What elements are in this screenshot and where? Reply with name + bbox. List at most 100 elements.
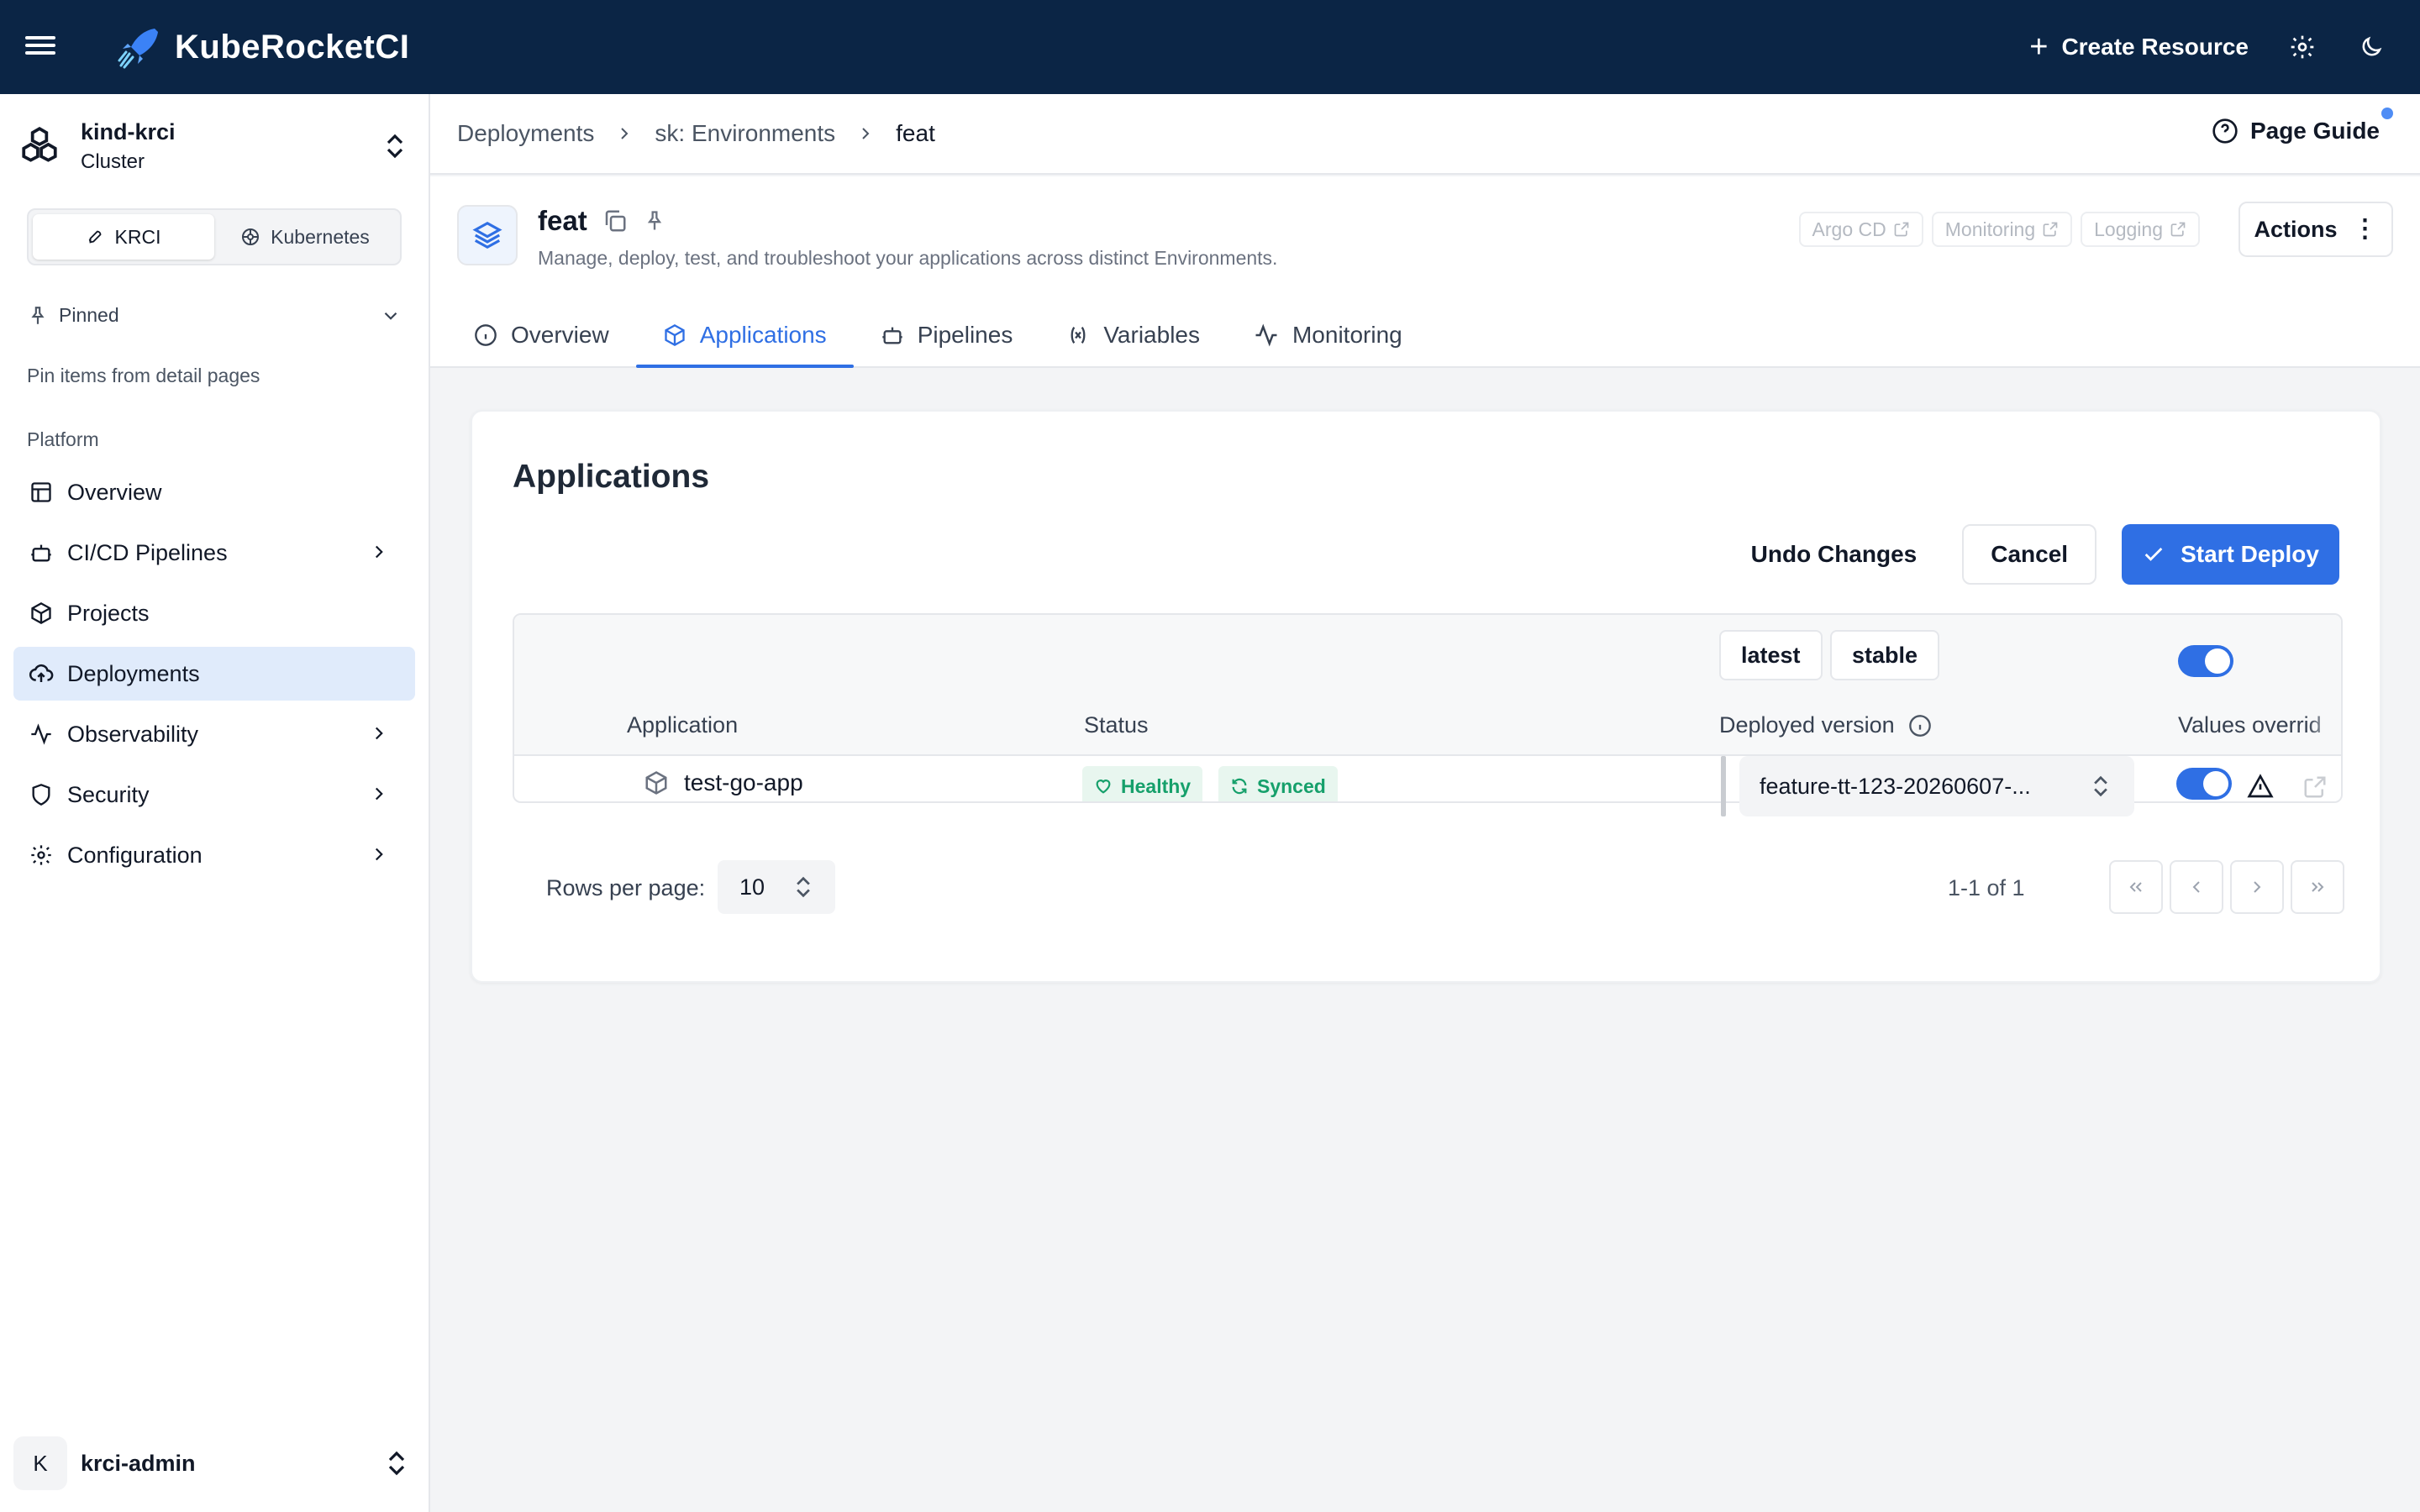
sidebar-item-label: Projects [67, 600, 150, 626]
create-resource-label: Create Resource [2061, 34, 2249, 60]
sidebar-item-label: Deployments [67, 660, 200, 686]
applications-card: Applications Undo Changes Cancel Start D… [471, 410, 2381, 983]
box-icon [665, 323, 685, 347]
chevrons-right-icon [2312, 882, 2324, 892]
logging-link[interactable]: Logging [2081, 212, 2200, 247]
tab-variables[interactable]: Variables [1039, 302, 1227, 368]
moon-icon[interactable] [2356, 32, 2386, 62]
tab-applications[interactable]: Applications [635, 302, 854, 368]
sidebar-item-overview[interactable]: Overview [13, 465, 415, 519]
gear-icon [27, 841, 55, 869]
activity-icon [1255, 323, 1277, 347]
user-menu[interactable]: K krci-admin [13, 1431, 415, 1495]
gear-icon[interactable] [2287, 32, 2317, 62]
chevron-right-icon [2254, 881, 2261, 893]
undo-changes-button[interactable]: Undo Changes [1731, 524, 1938, 585]
sidebar-item-label: Security [67, 781, 150, 807]
monitoring-link[interactable]: Monitoring [1931, 212, 2073, 247]
sidebar-item-label: CI/CD Pipelines [67, 539, 228, 565]
box-icon [645, 771, 667, 795]
column-header-values-override: Values overrid [2178, 712, 2322, 738]
copy-icon[interactable] [602, 208, 628, 234]
brand-name: KubeRocketCI [175, 28, 410, 66]
user-name: krci-admin [81, 1450, 196, 1476]
breadcrumb: Deployments sk: Environments feat Page G… [430, 94, 2420, 175]
cloud-upload-icon [27, 659, 55, 688]
actions-button[interactable]: Actions ⋮ [2238, 202, 2393, 257]
sidebar-item-label: Observability [67, 721, 199, 747]
tab-label: Pipelines [917, 322, 1013, 348]
rows-per-page-select[interactable]: 10 [718, 860, 835, 914]
sidebar-item-deployments[interactable]: Deployments [13, 647, 415, 701]
cancel-button[interactable]: Cancel [1962, 524, 2097, 585]
tab-overview[interactable]: Overview [447, 302, 636, 368]
pinned-section-toggle[interactable]: Pinned [27, 304, 402, 327]
breadcrumb-deployments[interactable]: Deployments [457, 120, 594, 147]
krci-switch-button[interactable]: KRCI [33, 214, 214, 260]
table-header: latest stable Application Status Deploye… [514, 615, 2341, 756]
argocd-link[interactable]: Argo CD [1798, 212, 1923, 247]
layout-icon [27, 478, 55, 507]
next-page-button[interactable] [2230, 860, 2284, 914]
tab-label: Monitoring [1292, 322, 1402, 348]
sidebar-item-projects[interactable]: Projects [13, 586, 415, 640]
scroll-fade [2307, 615, 2341, 754]
menu-icon[interactable] [25, 32, 55, 62]
kubernetes-switch-button[interactable]: Kubernetes [214, 214, 396, 260]
heart-icon [1096, 780, 1111, 794]
page-guide-button[interactable]: Page Guide [2212, 118, 2380, 144]
values-override-all-toggle[interactable] [2178, 645, 2233, 677]
first-page-button[interactable] [2109, 860, 2163, 914]
sync-status-badge: Synced [1218, 766, 1338, 801]
page-guide-label: Page Guide [2249, 118, 2380, 144]
select-latest-button[interactable]: latest [1719, 630, 1823, 680]
platform-section-label: Platform [27, 428, 99, 450]
external-link-icon[interactable] [2302, 774, 2328, 800]
create-resource-button[interactable]: + Create Resource [2029, 31, 2249, 63]
chevrons-left-icon [2129, 882, 2142, 892]
pagination-range: 1-1 of 1 [1948, 875, 2025, 900]
breadcrumb-environments[interactable]: sk: Environments [655, 120, 835, 147]
rocket-icon [88, 230, 101, 244]
sidebar-item-observability[interactable]: Observability [13, 707, 415, 761]
info-icon [475, 324, 497, 346]
brand-logo[interactable]: KubeRocketCI [116, 22, 409, 72]
tab-label: Overview [511, 322, 609, 348]
sidebar-item-cicd-pipelines[interactable]: CI/CD Pipelines [13, 526, 415, 580]
logging-link-label: Logging [2094, 218, 2163, 240]
chevron-left-icon [2192, 881, 2200, 893]
rocket-logo-icon [118, 29, 158, 69]
values-override-toggle[interactable] [2176, 768, 2232, 800]
select-stable-button[interactable]: stable [1830, 630, 1940, 680]
chevron-right-icon [614, 123, 634, 144]
sidebar-item-label: Overview [67, 479, 162, 505]
avatar: K [13, 1436, 67, 1490]
main-content: Deployments sk: Environments feat Page G… [430, 94, 2420, 1512]
column-header-status: Status [1084, 712, 1149, 738]
pin-icon[interactable] [643, 209, 666, 233]
previous-page-button[interactable] [2170, 860, 2223, 914]
cluster-switcher[interactable]: kind-krci Cluster [18, 116, 413, 176]
sidebar-item-security[interactable]: Security [13, 768, 415, 822]
column-header-application: Application [627, 712, 739, 738]
chevron-right-icon [855, 123, 876, 144]
chevron-right-icon [375, 787, 383, 801]
box-icon [27, 599, 55, 627]
tab-pipelines[interactable]: Pipelines [854, 302, 1040, 368]
deployed-version-select[interactable]: feature-tt-123-20260607-... [1739, 756, 2134, 816]
chevrons-up-down-icon [797, 876, 810, 898]
tab-label: Variables [1103, 322, 1200, 348]
application-cell[interactable]: test-go-app [644, 769, 803, 796]
cluster-icon [22, 127, 57, 162]
tab-monitoring[interactable]: Monitoring [1227, 302, 1429, 368]
column-header-deployed-version: Deployed version [1719, 712, 1932, 738]
shield-icon [27, 780, 55, 809]
start-deploy-button[interactable]: Start Deploy [2122, 524, 2339, 585]
pinned-hint: Pin items from detail pages [27, 365, 260, 386]
sidebar-item-configuration[interactable]: Configuration [13, 828, 415, 882]
cluster-name: kind-krci [81, 118, 176, 144]
info-icon[interactable] [1908, 714, 1932, 738]
last-page-button[interactable] [2291, 860, 2344, 914]
start-deploy-label: Start Deploy [2181, 541, 2319, 567]
sync-status-label: Synced [1257, 774, 1326, 797]
